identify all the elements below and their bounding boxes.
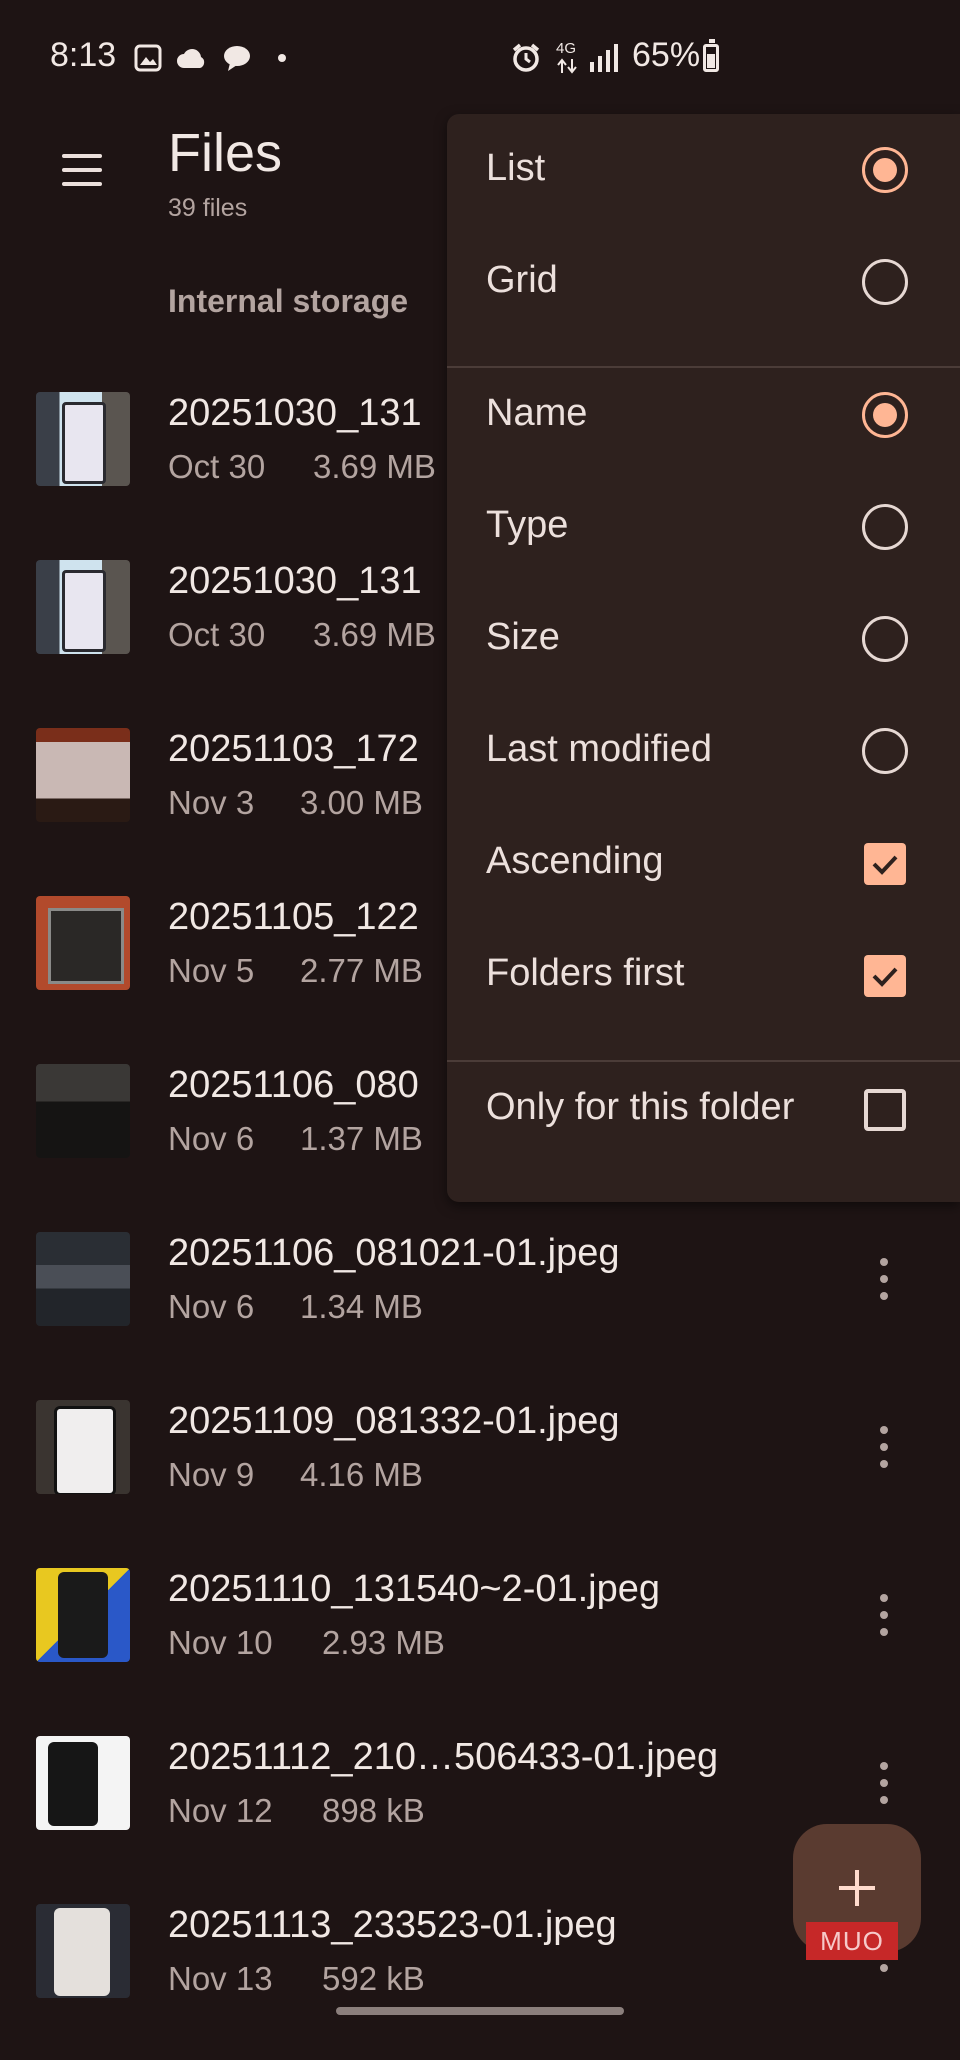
file-thumbnail	[36, 392, 130, 486]
file-date: Nov 9	[168, 1456, 255, 1493]
file-name: 20251112_210…506433-01.jpeg	[168, 1736, 719, 1778]
watermark: MUO	[806, 1922, 898, 1960]
data-arrows-icon	[557, 58, 577, 74]
file-size: 3.69 MB	[313, 448, 436, 485]
alarm-icon	[512, 43, 540, 72]
menu-item-sort-size[interactable]: Size	[447, 584, 960, 694]
menu-item-sort-name[interactable]: Name	[447, 360, 960, 470]
file-name: 20251109_081332-01.jpeg	[168, 1400, 620, 1442]
breadcrumb[interactable]: Internal storage	[168, 283, 408, 320]
file-name: 20251030_131	[168, 560, 422, 602]
menu-item-sort-last-modified[interactable]: Last modified	[447, 696, 960, 806]
view-sort-menu: List Grid Name Type Size Last modified A…	[447, 114, 960, 1202]
status-bar: 8:13 4G 65%	[0, 0, 960, 116]
home-indicator[interactable]	[336, 2007, 624, 2015]
signal-icon	[590, 44, 618, 72]
checkbox-unchecked-icon[interactable]	[864, 1089, 906, 1131]
chat-icon	[224, 46, 250, 71]
file-name: 20251105_122	[168, 896, 419, 938]
file-thumbnail	[36, 560, 130, 654]
file-size: 1.34 MB	[300, 1288, 423, 1325]
network-type: 4G	[556, 40, 577, 57]
clock: 8:13	[50, 36, 117, 74]
menu-item-folders-first[interactable]: Folders first	[447, 920, 960, 1030]
file-size: 592 kB	[322, 1960, 425, 1997]
page-title: Files	[168, 123, 283, 183]
file-date: Oct 30	[168, 448, 266, 485]
notification-dot-icon	[278, 54, 286, 62]
file-size: 3.69 MB	[313, 616, 436, 653]
file-thumbnail	[36, 1904, 130, 1998]
checkbox-checked-icon[interactable]	[864, 843, 906, 885]
file-size: 4.16 MB	[300, 1456, 423, 1493]
file-date: Nov 10	[168, 1624, 273, 1661]
file-size: 3.00 MB	[300, 784, 423, 821]
radio-selected-icon[interactable]	[862, 147, 908, 193]
file-size: 898 kB	[322, 1792, 425, 1829]
file-name: 20251030_131	[168, 392, 422, 434]
menu-item-sort-type[interactable]: Type	[447, 472, 960, 582]
file-size: 2.93 MB	[322, 1624, 445, 1661]
file-date: Oct 30	[168, 616, 266, 653]
menu-item-grid[interactable]: Grid	[447, 227, 960, 337]
menu-item-only-this-folder[interactable]: Only for this folder	[447, 1054, 960, 1164]
radio-unselected-icon[interactable]	[862, 504, 908, 550]
more-options-icon[interactable]	[868, 1760, 900, 1806]
file-thumbnail	[36, 728, 130, 822]
file-date: Nov 3	[168, 784, 255, 821]
file-row[interactable]: 20251109_081332-01.jpeg Nov 9 4.16 MB	[0, 1388, 960, 1556]
hamburger-menu-icon[interactable]	[58, 150, 106, 190]
battery-icon	[703, 39, 719, 72]
file-thumbnail	[36, 1400, 130, 1494]
file-date: Nov 6	[168, 1120, 255, 1157]
file-date: Nov 5	[168, 952, 255, 989]
file-name: 20251106_081021-01.jpeg	[168, 1232, 620, 1274]
battery-percent: 65%	[632, 36, 701, 74]
file-date: Nov 6	[168, 1288, 255, 1325]
file-thumbnail	[36, 1568, 130, 1662]
menu-item-ascending[interactable]: Ascending	[447, 808, 960, 918]
file-row[interactable]: 20251106_081021-01.jpeg Nov 6 1.34 MB	[0, 1220, 960, 1388]
cloud-icon	[177, 49, 205, 68]
file-name: 20251106_080	[168, 1064, 419, 1106]
file-size: 2.77 MB	[300, 952, 423, 989]
file-name: 20251110_131540~2-01.jpeg	[168, 1568, 661, 1610]
more-options-icon[interactable]	[868, 1592, 900, 1638]
file-date: Nov 12	[168, 1792, 273, 1829]
checkbox-checked-icon[interactable]	[864, 955, 906, 997]
file-thumbnail	[36, 896, 130, 990]
more-options-icon[interactable]	[868, 1424, 900, 1470]
file-thumbnail	[36, 1232, 130, 1326]
radio-unselected-icon[interactable]	[862, 728, 908, 774]
file-date: Nov 13	[168, 1960, 273, 1997]
file-size: 1.37 MB	[300, 1120, 423, 1157]
radio-unselected-icon[interactable]	[862, 259, 908, 305]
file-thumbnail	[36, 1064, 130, 1158]
gallery-icon	[134, 44, 162, 72]
file-name: 20251113_233523-01.jpeg	[168, 1904, 617, 1946]
file-thumbnail	[36, 1736, 130, 1830]
menu-item-list[interactable]: List	[447, 115, 960, 225]
file-name: 20251103_172	[168, 728, 419, 770]
radio-unselected-icon[interactable]	[862, 616, 908, 662]
file-count: 39 files	[168, 194, 248, 222]
radio-selected-icon[interactable]	[862, 392, 908, 438]
more-options-icon[interactable]	[868, 1256, 900, 1302]
file-row[interactable]: 20251110_131540~2-01.jpeg Nov 10 2.93 MB	[0, 1556, 960, 1724]
